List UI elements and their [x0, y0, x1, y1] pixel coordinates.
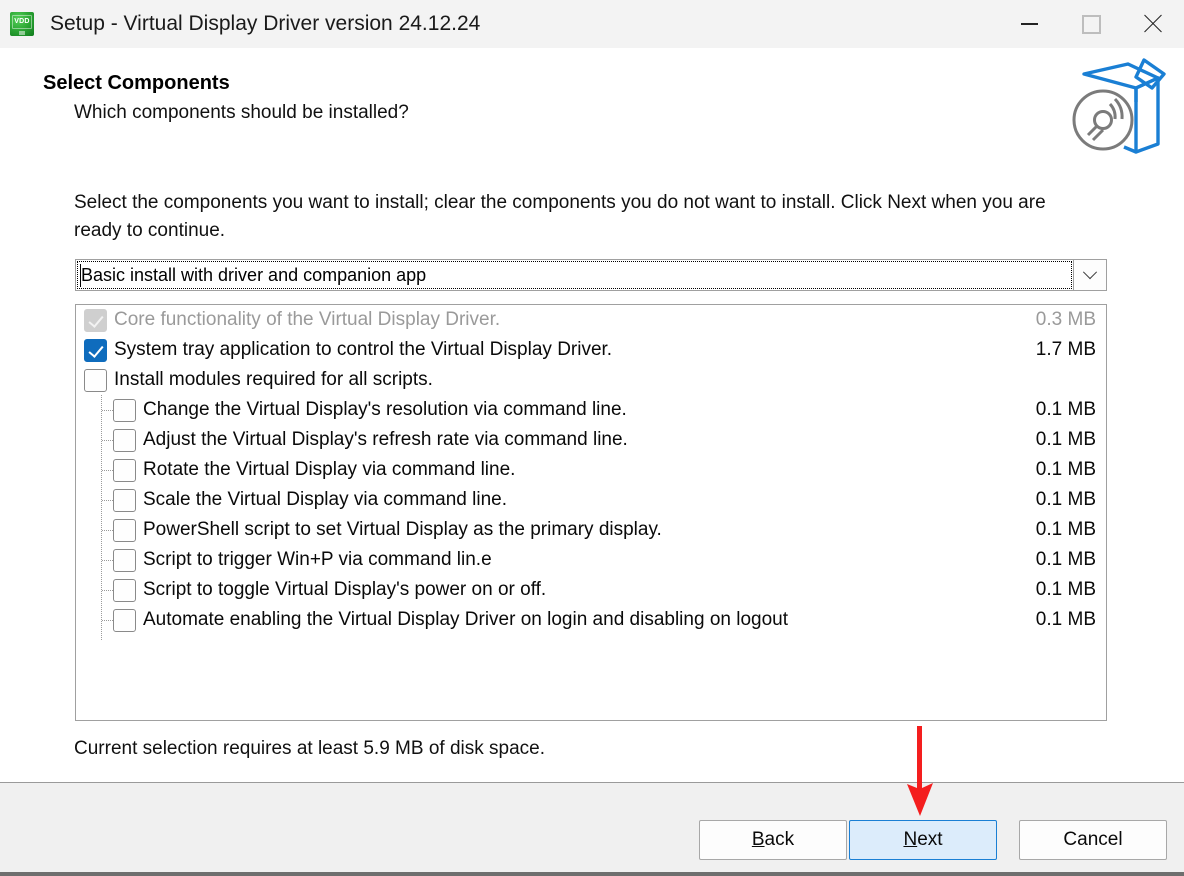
components-list[interactable]: Core functionality of the Virtual Displa…: [75, 304, 1107, 721]
page-title: Select Components: [43, 72, 230, 94]
component-row[interactable]: System tray application to control the V…: [76, 335, 1106, 365]
component-size: 0.1 MB: [1035, 459, 1096, 480]
close-icon: [1142, 13, 1164, 35]
component-label: Script to trigger Win+P via command lin.…: [143, 549, 492, 570]
component-size: 0.3 MB: [1035, 309, 1096, 330]
component-row[interactable]: PowerShell script to set Virtual Display…: [76, 515, 1106, 545]
open-box-with-disc-icon: [1066, 52, 1176, 160]
component-size: 1.7 MB: [1035, 339, 1096, 360]
next-accel: N: [903, 829, 918, 850]
component-row[interactable]: Script to toggle Virtual Display's power…: [76, 575, 1106, 605]
install-type-dropdown-button[interactable]: [1074, 259, 1107, 291]
install-type-combobox[interactable]: Basic install with driver and companion …: [75, 259, 1107, 291]
next-label-rest: ext: [917, 829, 943, 850]
component-size: 0.1 MB: [1035, 429, 1096, 450]
component-checkbox[interactable]: [113, 428, 136, 452]
component-size: 0.1 MB: [1035, 549, 1096, 570]
close-button[interactable]: [1122, 0, 1184, 48]
minimize-button[interactable]: [998, 0, 1060, 48]
component-checkbox[interactable]: [113, 458, 136, 482]
component-checkbox[interactable]: [84, 368, 107, 392]
component-label: Rotate the Virtual Display via command l…: [143, 459, 516, 480]
component-label: Core functionality of the Virtual Displa…: [114, 309, 501, 330]
component-row[interactable]: Rotate the Virtual Display via command l…: [76, 455, 1106, 485]
component-checkbox[interactable]: [113, 398, 136, 422]
component-row[interactable]: Change the Virtual Display's resolution …: [76, 395, 1106, 425]
component-size: 0.1 MB: [1035, 399, 1096, 420]
component-size: 0.1 MB: [1035, 609, 1096, 630]
app-icon-label: VDD: [14, 18, 30, 25]
component-label: Scale the Virtual Display via command li…: [143, 489, 507, 510]
component-label: Change the Virtual Display's resolution …: [143, 399, 627, 420]
component-label: Adjust the Virtual Display's refresh rat…: [143, 429, 628, 450]
maximize-button[interactable]: [1060, 0, 1122, 48]
component-label: Script to toggle Virtual Display's power…: [143, 579, 547, 600]
cancel-button[interactable]: Cancel: [1019, 820, 1167, 860]
component-row[interactable]: Script to trigger Win+P via command lin.…: [76, 545, 1106, 575]
install-type-field[interactable]: Basic install with driver and companion …: [75, 259, 1074, 291]
window-title: Setup - Virtual Display Driver version 2…: [50, 12, 481, 35]
maximize-icon: [1081, 14, 1101, 34]
component-label: Install modules required for all scripts…: [114, 369, 433, 390]
chevron-down-icon: [1082, 265, 1098, 280]
instruction-text: Select the components you want to instal…: [74, 192, 1046, 241]
cancel-label: Cancel: [1063, 829, 1123, 850]
next-button[interactable]: Next: [849, 820, 997, 860]
component-checkbox: [84, 308, 107, 332]
component-size: 0.1 MB: [1035, 489, 1096, 510]
component-row[interactable]: Core functionality of the Virtual Displa…: [76, 305, 1106, 335]
disk-space-note: Current selection requires at least 5.9 …: [74, 738, 546, 759]
component-label: Automate enabling the Virtual Display Dr…: [143, 609, 788, 630]
component-checkbox[interactable]: [113, 578, 136, 602]
back-label-rest: ack: [764, 829, 795, 850]
component-checkbox[interactable]: [84, 338, 107, 362]
page-body: Select the components you want to instal…: [0, 165, 1184, 782]
component-label: System tray application to control the V…: [114, 339, 613, 360]
component-row[interactable]: Install modules required for all scripts…: [76, 365, 1106, 395]
back-accel: B: [751, 829, 765, 850]
component-row[interactable]: Adjust the Virtual Display's refresh rat…: [76, 425, 1106, 455]
back-button[interactable]: Back: [699, 820, 847, 860]
page-subtitle: Which components should be installed?: [74, 102, 409, 123]
component-checkbox[interactable]: [113, 518, 136, 542]
component-checkbox[interactable]: [113, 548, 136, 572]
vdd-monitor-icon: VDD: [10, 12, 34, 36]
window-controls: [998, 0, 1184, 48]
component-size: 0.1 MB: [1035, 519, 1096, 540]
title-bar: VDD Setup - Virtual Display Driver versi…: [0, 0, 1184, 48]
component-label: PowerShell script to set Virtual Display…: [143, 519, 662, 540]
button-bar: Back Next Cancel: [0, 783, 1184, 872]
minimize-icon: [1020, 23, 1038, 25]
component-size: 0.1 MB: [1035, 579, 1096, 600]
window-bottom-edge: [0, 872, 1184, 876]
component-checkbox[interactable]: [113, 608, 136, 632]
page-header: Select Components Which components shoul…: [0, 48, 1184, 165]
component-row[interactable]: Automate enabling the Virtual Display Dr…: [76, 605, 1106, 635]
component-row[interactable]: Scale the Virtual Display via command li…: [76, 485, 1106, 515]
component-checkbox[interactable]: [113, 488, 136, 512]
install-type-value: Basic install with driver and companion …: [81, 264, 427, 285]
